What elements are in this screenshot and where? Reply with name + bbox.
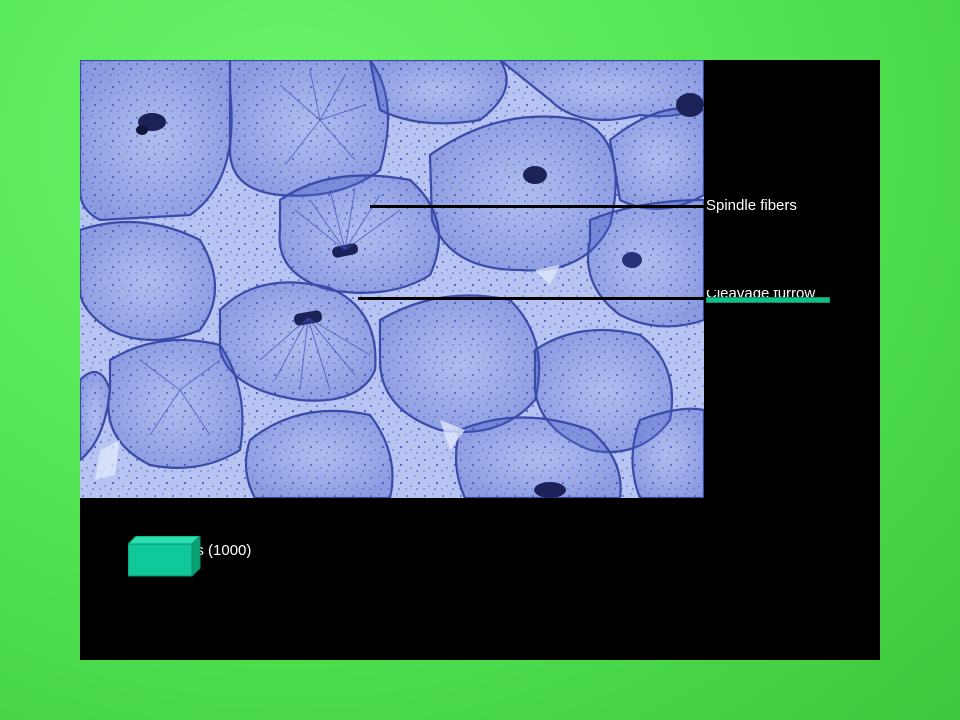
cube-icon <box>128 536 201 578</box>
label-highlight-bar <box>706 297 830 303</box>
furrow-pointer-line <box>358 297 706 300</box>
spindle-pointer-line <box>370 205 706 208</box>
spindle-fibers-label: Spindle fibers <box>706 197 797 214</box>
slide-panel: Spindle fibers Cleavage furrow e of Mito… <box>80 60 880 660</box>
onion-root-tip-cells <box>80 60 704 498</box>
micrograph-image <box>80 60 704 498</box>
